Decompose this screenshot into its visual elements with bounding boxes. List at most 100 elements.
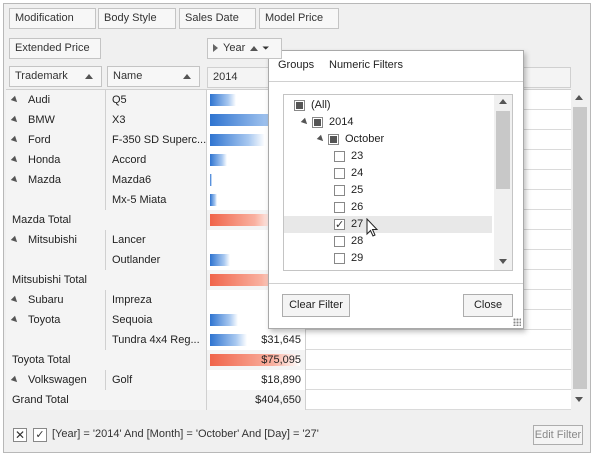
- filter-funnel-icon[interactable]: ⏷: [262, 43, 269, 53]
- model-name-cell[interactable]: Mx-5 Miata: [106, 190, 207, 210]
- filter-checkbox[interactable]: [294, 100, 305, 111]
- collapse-arrow-icon[interactable]: [10, 315, 20, 325]
- filter-checkbox[interactable]: [334, 185, 345, 196]
- enable-filter-checkbox[interactable]: ✓: [33, 428, 47, 442]
- trademark-cell[interactable]: Toyota: [6, 310, 106, 330]
- total-label[interactable]: Mazda Total: [6, 210, 207, 230]
- field-trademark[interactable]: Trademark: [9, 66, 102, 87]
- filter-tree-item[interactable]: 27: [284, 216, 492, 234]
- filter-item-label: (All): [311, 99, 331, 111]
- expand-arrow-icon: [213, 44, 218, 53]
- filter-checkbox[interactable]: [312, 117, 323, 128]
- collapse-arrow-icon[interactable]: [10, 175, 20, 185]
- collapse-arrow-icon[interactable]: [10, 135, 20, 145]
- trademark-cell[interactable]: [6, 330, 106, 350]
- model-name-cell[interactable]: F-350 SD Superc...: [106, 130, 207, 150]
- filter-tree-item[interactable]: 23: [284, 148, 492, 165]
- tree-scroll-up-arrow[interactable]: [499, 99, 507, 104]
- tree-expand-arrow-icon[interactable]: [300, 117, 310, 127]
- value-cell[interactable]: $18,890: [207, 370, 306, 390]
- filter-tree-item[interactable]: 29: [284, 250, 492, 267]
- filter-checkbox[interactable]: [334, 253, 345, 264]
- trademark-cell[interactable]: Subaru: [6, 290, 106, 310]
- field-year[interactable]: Year ⏷: [207, 38, 282, 59]
- trademark-cell[interactable]: Honda: [6, 150, 106, 170]
- model-name-cell[interactable]: Sequoia: [106, 310, 207, 330]
- tree-scrollbar[interactable]: [494, 95, 512, 270]
- field-extended-price[interactable]: Extended Price: [9, 38, 101, 59]
- filter-tree-item[interactable]: 24: [284, 165, 492, 182]
- tab-groups[interactable]: Groups: [278, 59, 314, 71]
- close-button[interactable]: Close: [463, 294, 513, 317]
- data-bar: [210, 214, 274, 226]
- model-name-cell[interactable]: Q5: [106, 90, 207, 110]
- filter-checkbox[interactable]: [334, 168, 345, 179]
- total-row: Grand Total $404,650: [6, 390, 571, 410]
- value-cell[interactable]: $404,650: [207, 390, 306, 410]
- edit-filter-button[interactable]: Edit Filter: [533, 425, 583, 445]
- vertical-scrollbar[interactable]: [571, 89, 588, 409]
- trademark-cell[interactable]: [6, 250, 106, 270]
- trademark-cell[interactable]: Audi: [6, 90, 106, 110]
- filter-expression-text[interactable]: [Year] = '2014' And [Month] = 'October' …: [52, 428, 319, 440]
- filter-checkbox[interactable]: [334, 236, 345, 247]
- field-modification[interactable]: Modification: [9, 8, 96, 29]
- filter-item-label: October: [345, 133, 385, 145]
- value-cell[interactable]: $75,095: [207, 350, 306, 370]
- column-value-label: 2014: [213, 71, 238, 83]
- collapse-arrow-icon[interactable]: [10, 235, 20, 245]
- field-sales-date[interactable]: Sales Date: [179, 8, 256, 29]
- trademark-cell[interactable]: Mitsubishi: [6, 230, 106, 250]
- filter-checkbox[interactable]: [328, 134, 339, 145]
- tab-numeric-filters[interactable]: Numeric Filters: [329, 59, 403, 71]
- trademark-cell[interactable]: Mazda: [6, 170, 106, 190]
- tree-expand-arrow-icon[interactable]: [316, 134, 326, 144]
- button-divider: [269, 283, 523, 284]
- trademark-label: Mitsubishi: [28, 234, 77, 246]
- filter-checkbox[interactable]: [334, 202, 345, 213]
- model-name-cell[interactable]: Accord: [106, 150, 207, 170]
- model-name-cell[interactable]: Tundra 4x4 Reg...: [106, 330, 207, 350]
- model-name-cell[interactable]: Lancer: [106, 230, 207, 250]
- filter-tree-item[interactable]: October: [284, 131, 492, 148]
- filter-tree-item[interactable]: 26: [284, 199, 492, 216]
- sort-ascending-icon: [183, 74, 191, 79]
- filter-tree-item[interactable]: (All): [284, 97, 492, 114]
- tree-scroll-down-arrow[interactable]: [499, 259, 507, 264]
- collapse-arrow-icon[interactable]: [10, 295, 20, 305]
- scroll-thumb[interactable]: [573, 107, 587, 389]
- scroll-up-arrow[interactable]: [575, 95, 583, 100]
- model-name-cell[interactable]: Golf: [106, 370, 207, 390]
- field-name[interactable]: Name: [107, 66, 200, 87]
- scroll-down-arrow[interactable]: [575, 397, 583, 402]
- trademark-cell[interactable]: Ford: [6, 130, 106, 150]
- collapse-arrow-icon[interactable]: [10, 375, 20, 385]
- filter-tree-item[interactable]: 2014: [284, 114, 492, 131]
- resize-grip-icon[interactable]: [513, 318, 521, 326]
- model-name-cell[interactable]: Impreza: [106, 290, 207, 310]
- collapse-arrow-icon[interactable]: [10, 155, 20, 165]
- clear-filter-button[interactable]: Clear Filter: [282, 294, 350, 317]
- model-name-cell[interactable]: X3: [106, 110, 207, 130]
- value-cell[interactable]: $31,645: [207, 330, 306, 350]
- field-model-price[interactable]: Model Price: [259, 8, 339, 29]
- collapse-arrow-icon[interactable]: [10, 95, 20, 105]
- filter-checkbox[interactable]: [334, 151, 345, 162]
- filter-checkbox[interactable]: [334, 217, 345, 234]
- trademark-cell[interactable]: [6, 190, 106, 210]
- total-label[interactable]: Toyota Total: [6, 350, 207, 370]
- total-label[interactable]: Grand Total: [6, 390, 207, 410]
- trademark-cell[interactable]: BMW: [6, 110, 106, 130]
- value-text: $75,095: [261, 354, 301, 366]
- filter-tree-item[interactable]: 28: [284, 233, 492, 250]
- tree-scroll-thumb[interactable]: [496, 111, 510, 189]
- total-label[interactable]: Mitsubishi Total: [6, 270, 207, 290]
- field-body-style[interactable]: Body Style: [98, 8, 176, 29]
- trademark-cell[interactable]: Volkswagen: [6, 370, 106, 390]
- clear-filter-icon[interactable]: ✕: [13, 428, 27, 442]
- filter-tree-item[interactable]: 25: [284, 182, 492, 199]
- value-text: $18,890: [261, 374, 301, 386]
- model-name-cell[interactable]: Mazda6: [106, 170, 207, 190]
- collapse-arrow-icon[interactable]: [10, 115, 20, 125]
- model-name-cell[interactable]: Outlander: [106, 250, 207, 270]
